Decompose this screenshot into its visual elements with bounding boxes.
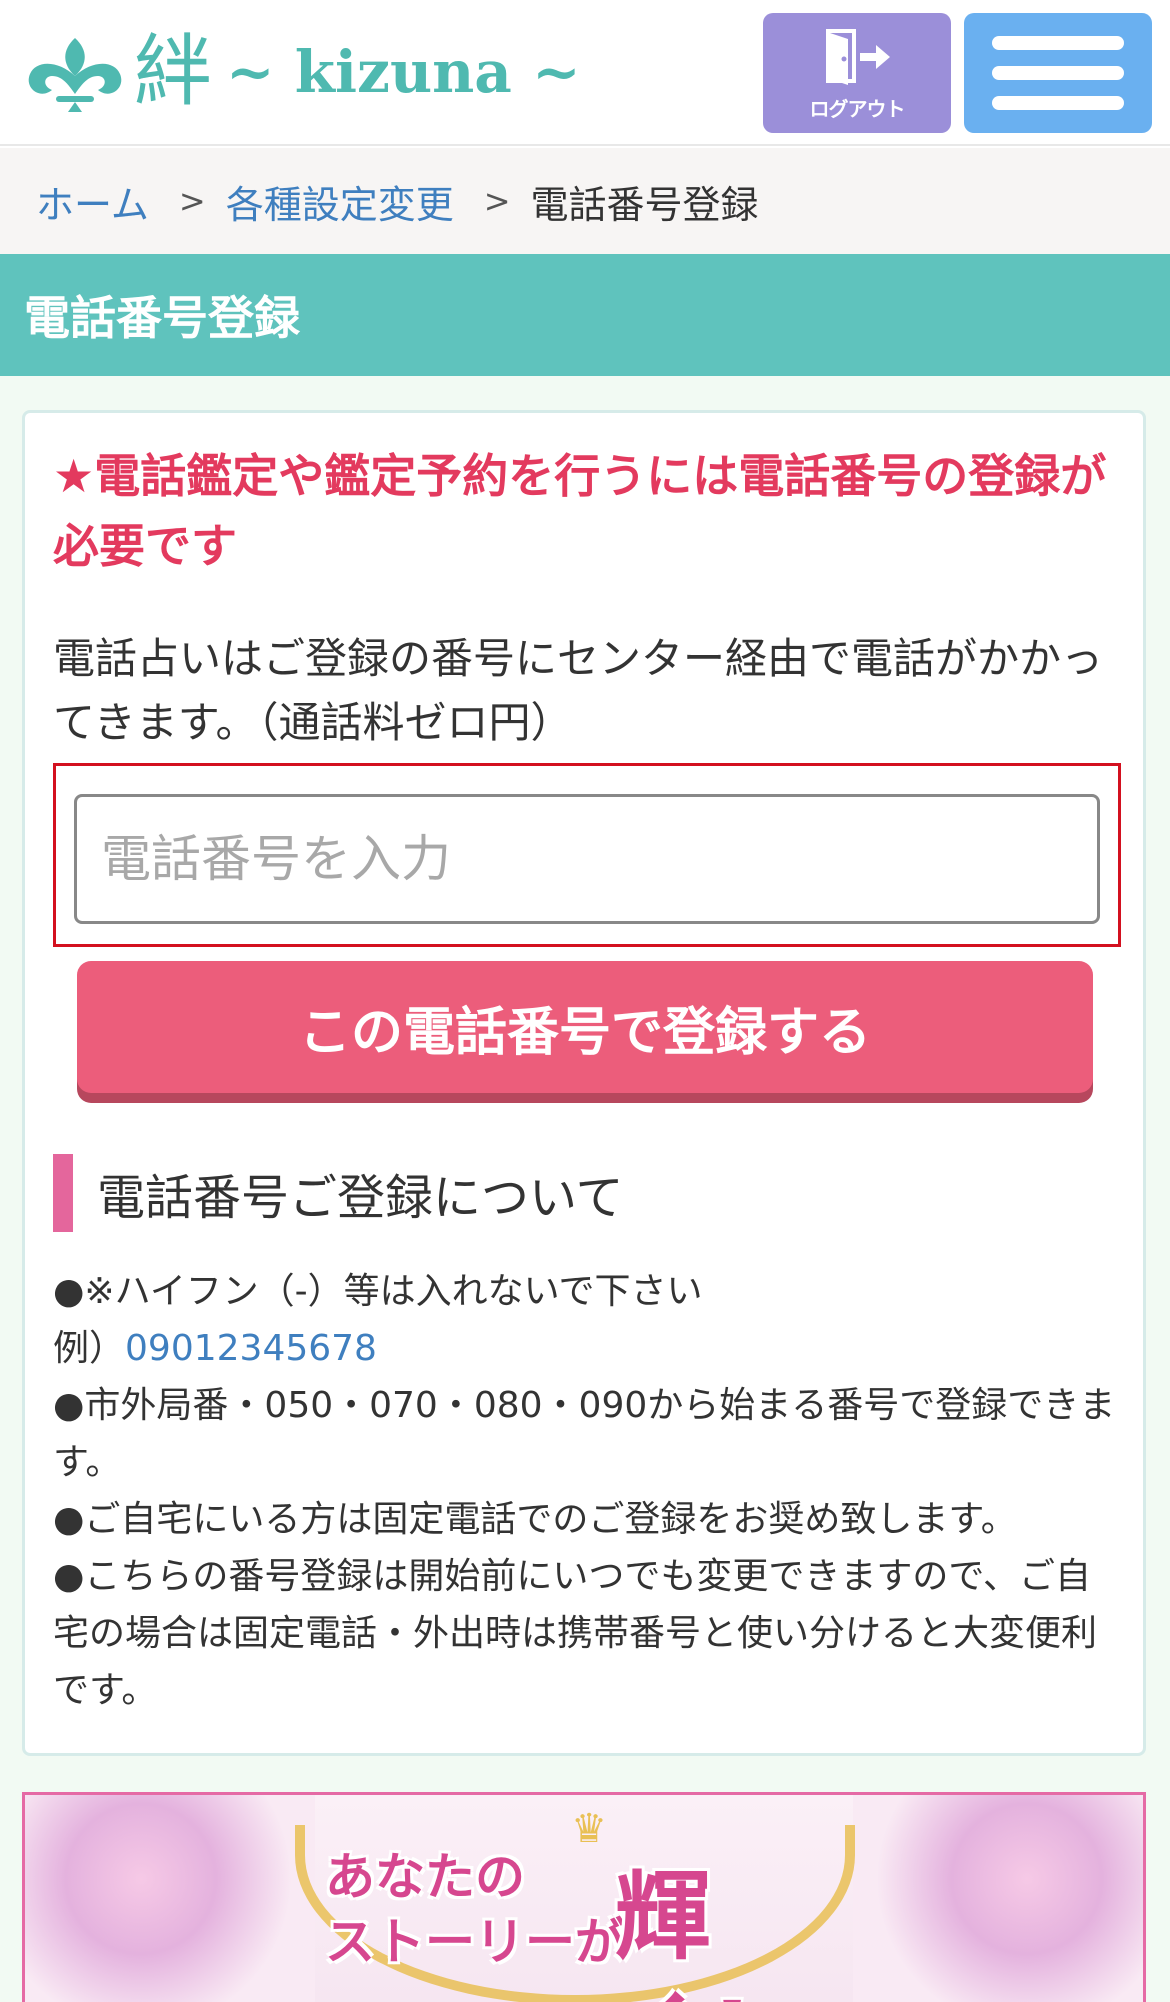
- required-alert: ★電話鑑定や鑑定予約を行うには電話番号の登録が必要です: [53, 449, 1107, 573]
- banner-photo-left: [25, 1795, 315, 2002]
- breadcrumb-current: 電話番号登録: [530, 182, 759, 227]
- notes-heading-text: 電話番号ご登録について: [97, 1170, 624, 1226]
- example-prefix: 例）: [53, 1328, 126, 1369]
- site-logo[interactable]: 絆 ~ kizuna ~: [22, 22, 581, 122]
- phone-number-input[interactable]: [74, 794, 1100, 924]
- site-header: 絆 ~ kizuna ~ ログアウト: [0, 0, 1170, 146]
- phone-registration-card: ★電話鑑定や鑑定予約を行うには電話番号の登録が必要です 電話占いはご登録の番号に…: [22, 410, 1146, 1756]
- breadcrumb-settings-link[interactable]: 各種設定変更: [226, 174, 454, 229]
- notes-list: ●※ハイフン（-）等は入れないで下さい 例）09012345678 ●市外局番・…: [53, 1263, 1123, 1719]
- logout-label: ログアウト: [809, 96, 906, 121]
- promo-banner[interactable]: ♛ あなたの ストーリーが 輝く!: [22, 1792, 1146, 2002]
- breadcrumb-separator: >: [483, 182, 511, 220]
- heading-accent-bar: [53, 1154, 73, 1232]
- note-example: 例）09012345678: [53, 1320, 1123, 1377]
- description-text: 電話占いはご登録の番号にセンター経由で電話がかかってきます。（通話料ゼロ円）: [53, 634, 1104, 747]
- breadcrumb: ホーム > 各種設定変更 > 電話番号登録: [0, 148, 1170, 254]
- page-title-bar: 電話番号登録: [0, 254, 1170, 376]
- logo-roman-text: ~ kizuna ~: [226, 38, 581, 106]
- banner-big-text: 輝く!: [615, 1860, 753, 2002]
- page-title: 電話番号登録: [24, 291, 300, 345]
- fleur-logo-icon: [28, 38, 122, 112]
- door-exit-icon: [826, 28, 890, 85]
- menu-bar: [992, 96, 1124, 110]
- example-number: 09012345678: [125, 1328, 377, 1369]
- logout-button[interactable]: ログアウト: [763, 13, 951, 133]
- hamburger-menu-button[interactable]: [964, 13, 1152, 133]
- note-change: ●こちらの番号登録は開始前にいつでも変更できますので、ご自宅の場合は固定電話・外…: [53, 1556, 1098, 1711]
- banner-headline: あなたの ストーリーが 輝く!: [325, 1847, 845, 2002]
- menu-bar: [992, 66, 1124, 80]
- logo-kanji: 絆: [134, 27, 213, 117]
- register-phone-button[interactable]: この電話番号で登録する: [77, 961, 1093, 1093]
- breadcrumb-separator: >: [178, 182, 206, 220]
- note-hyphen: ●※ハイフン（-）等は入れないで下さい: [53, 1271, 703, 1312]
- crown-icon: ♛: [571, 1806, 607, 1852]
- banner-photo-right: [853, 1795, 1143, 2002]
- menu-bar: [992, 36, 1124, 50]
- breadcrumb-home-link[interactable]: ホーム: [36, 174, 149, 229]
- note-prefixes: ●市外局番・050・070・080・090から始まる番号で登録できます。: [53, 1385, 1116, 1483]
- note-landline: ●ご自宅にいる方は固定電話でのご登録をお奨め致します。: [53, 1499, 1017, 1540]
- phone-input-highlight: [53, 763, 1121, 947]
- notes-heading: 電話番号ご登録について: [53, 1153, 1093, 1233]
